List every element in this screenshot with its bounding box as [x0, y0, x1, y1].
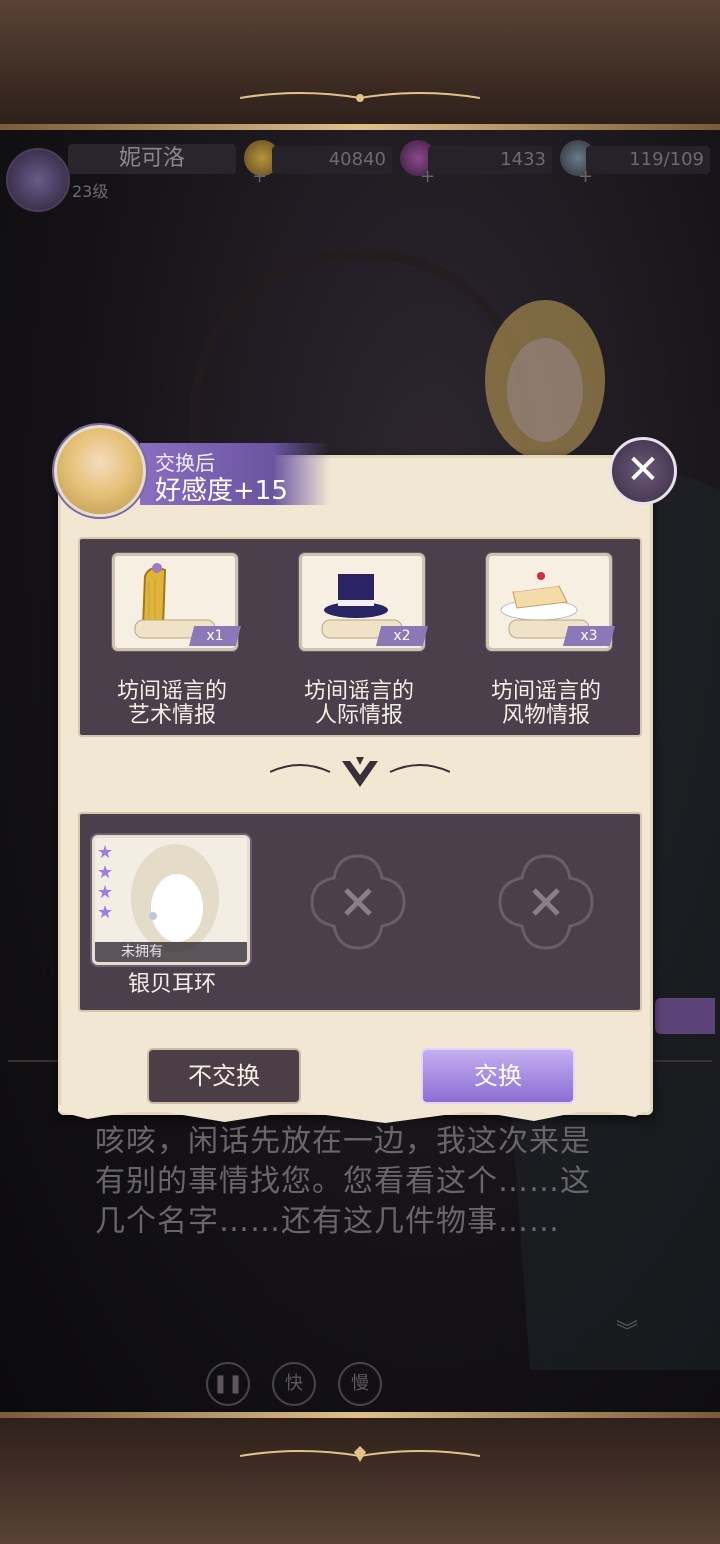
add-stamina-icon[interactable]: + — [578, 166, 593, 187]
player-level: 23级 — [72, 182, 109, 201]
slow-button[interactable]: 慢 — [338, 1362, 382, 1406]
player-name: 妮可洛 — [68, 144, 236, 174]
dialogue-line-1: 咳咳，闲话先放在一边，我这次来是 — [95, 1124, 591, 1159]
stamina-amount: 119/109 — [586, 146, 710, 174]
top-frame — [0, 0, 720, 130]
close-button[interactable]: ✕ — [609, 437, 677, 505]
ownership-status: 未拥有 — [95, 942, 247, 962]
item-label-line-2: 人际情报 — [314, 703, 403, 728]
item-card-social[interactable]: x2 — [299, 553, 428, 651]
gem-amount: 1433 — [428, 146, 552, 174]
reward-name: 银贝耳环 — [127, 972, 216, 997]
star-icon: ★ — [97, 882, 114, 903]
side-tab[interactable] — [655, 998, 715, 1034]
item-label-customs: 坊间谣言的 风物情报 — [466, 680, 626, 728]
item-qty: x2 — [376, 626, 428, 646]
item-card-customs[interactable]: x3 — [486, 553, 615, 651]
item-label-line-2: 风物情报 — [501, 703, 590, 728]
gold-amount: 40840 — [272, 146, 392, 174]
star-icon: ★ — [97, 862, 114, 883]
dialogue-line-2: 有别的事情找您。您看看这个……这 — [95, 1164, 591, 1199]
item-qty: x1 — [189, 626, 241, 646]
item-label-line-1: 坊间谣言的 — [116, 679, 227, 704]
item-label-line-1: 坊间谣言的 — [490, 679, 601, 704]
star-icon: ★ — [97, 902, 114, 923]
status-bar: 妮可洛 23级 40840 + 1433 + 119/109 + — [0, 140, 720, 212]
star-icon: ★ — [97, 842, 114, 863]
item-label-social: 坊间谣言的 人际情报 — [279, 680, 439, 728]
affection-bonus: 好感度+15 — [155, 476, 288, 506]
down-arrow-icon — [342, 757, 378, 787]
reward-earring-card[interactable]: ★ ★ ★ ★ 未拥有 — [92, 835, 250, 965]
top-ornament-icon — [240, 92, 480, 102]
bottom-ornament-icon — [240, 1446, 480, 1462]
player-avatar[interactable] — [6, 148, 70, 212]
continue-chevron-icon[interactable]: ︾ — [616, 1314, 638, 1346]
dialogue-line-3: 几个名字……还有这几件物事…… — [95, 1204, 560, 1239]
item-label-art: 坊间谣言的 艺术情报 — [92, 680, 252, 728]
item-card-art[interactable]: x1 — [112, 553, 241, 651]
empty-slot-icon — [498, 854, 594, 950]
bottom-frame — [0, 1412, 720, 1544]
dialogue-text[interactable]: 咳咳，闲话先放在一边，我这次来是 有别的事情找您。您看看这个……这 几个名字……… — [95, 1122, 655, 1242]
add-gem-icon[interactable]: + — [420, 166, 435, 187]
character-portrait — [54, 425, 146, 517]
decline-button[interactable]: 不交换 — [147, 1048, 301, 1104]
fast-button[interactable]: 快 — [272, 1362, 316, 1406]
add-gold-icon[interactable]: + — [252, 166, 267, 187]
item-label-line-1: 坊间谣言的 — [303, 679, 414, 704]
item-label-line-2: 艺术情报 — [127, 703, 216, 728]
item-qty: x3 — [563, 626, 615, 646]
empty-slot-icon — [310, 854, 406, 950]
exchange-button[interactable]: 交换 — [421, 1048, 575, 1104]
pause-button[interactable]: ❚❚ — [206, 1362, 250, 1406]
